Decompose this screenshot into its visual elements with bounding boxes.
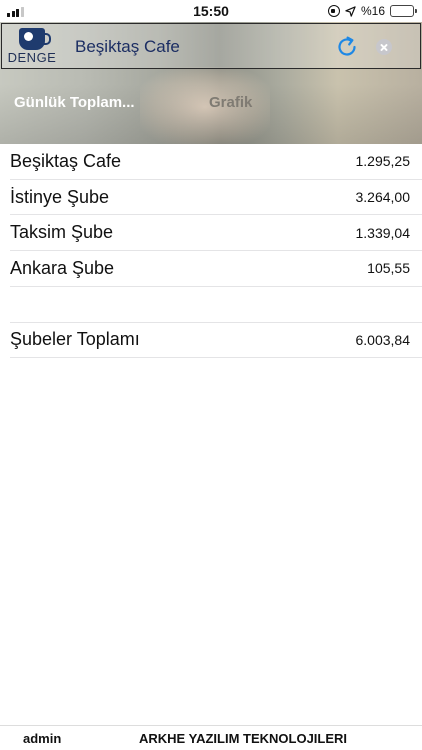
list-spacer	[10, 287, 422, 323]
total-label: Şubeler Toplamı	[10, 329, 140, 350]
denge-logo: DENGE	[5, 26, 59, 66]
branch-value: 1.295,25	[355, 153, 411, 170]
total-row: Şubeler Toplamı 6.003,84	[10, 323, 422, 358]
refresh-icon[interactable]	[335, 35, 359, 59]
tab-chart[interactable]: Grafik	[209, 94, 252, 111]
branch-name: Taksim Şube	[10, 222, 114, 243]
footer: admin ARKHE YAZILIM TEKNOLOJILERI	[0, 725, 422, 750]
footer-company: ARKHE YAZILIM TEKNOLOJILERI	[139, 731, 348, 746]
battery-icon	[390, 5, 417, 17]
page-title: Beşiktaş Cafe	[75, 37, 180, 56]
branch-name: Ankara Şube	[10, 257, 115, 278]
logo-text: DENGE	[7, 50, 57, 65]
status-bar: 15:50 %16	[0, 0, 422, 22]
branch-name: İstinye Şube	[10, 186, 110, 207]
tab-daily-total[interactable]: Günlük Toplam...	[14, 94, 135, 111]
total-value: 6.003,84	[355, 331, 411, 348]
location-arrow-icon	[345, 5, 356, 17]
battery-percent: %16	[360, 4, 385, 18]
coffee-cup-icon	[19, 28, 51, 50]
footer-user: admin	[23, 731, 62, 746]
branch-value: 1.339,04	[355, 224, 411, 241]
title-bar: DENGE Beşiktaş Cafe	[1, 23, 421, 69]
status-right: %16	[327, 4, 417, 18]
orientation-lock-icon	[327, 5, 340, 17]
branch-list: Beşiktaş Cafe 1.295,25 İstinye Şube 3.26…	[0, 144, 422, 358]
branch-name: Beşiktaş Cafe	[10, 150, 122, 171]
list-item[interactable]: Ankara Şube 105,55	[10, 251, 422, 287]
list-item[interactable]: Beşiktaş Cafe 1.295,25	[10, 144, 422, 180]
branch-value: 105,55	[367, 260, 410, 277]
branch-value: 3.264,00	[355, 189, 411, 206]
list-item[interactable]: İstinye Şube 3.264,00	[10, 180, 422, 216]
header: DENGE Beşiktaş Cafe Günlük Toplam... Gra…	[0, 22, 422, 144]
close-icon[interactable]	[376, 39, 392, 55]
list-item[interactable]: Taksim Şube 1.339,04	[10, 215, 422, 252]
